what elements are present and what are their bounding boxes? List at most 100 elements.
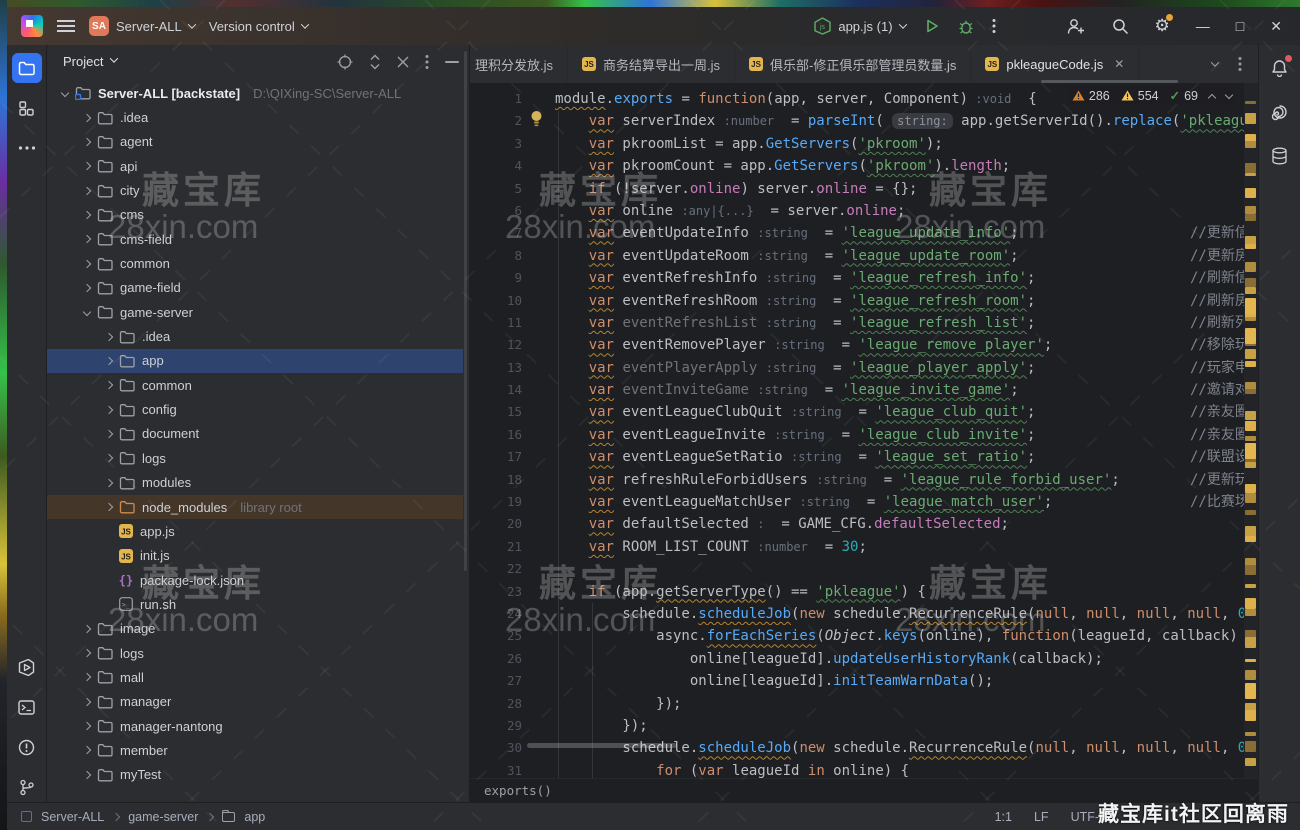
project-panel-title[interactable]: Project <box>63 54 103 69</box>
tree-item-city[interactable]: city <box>47 178 469 202</box>
tree-item-api[interactable]: api <box>47 154 469 178</box>
error-stripe[interactable] <box>1244 83 1258 778</box>
chevron-right-icon[interactable] <box>83 162 91 170</box>
problems-tool-button[interactable] <box>12 732 42 762</box>
debug-button[interactable] <box>958 18 974 35</box>
database-button[interactable] <box>1265 141 1295 171</box>
tree-item-mytest[interactable]: myTest <box>47 763 469 787</box>
notifications-button[interactable] <box>1265 53 1295 83</box>
status-breadcrumb[interactable]: Server-ALLgame-serverapp <box>21 810 265 824</box>
tree-item-app[interactable]: app <box>47 349 469 373</box>
chevron-right-icon[interactable] <box>83 259 91 267</box>
code-line-26[interactable]: 26online[leagueId].updateUserHistoryRank… <box>470 648 1244 670</box>
chevron-right-icon[interactable] <box>83 113 91 121</box>
chevron-right-icon[interactable] <box>105 357 113 365</box>
code-line-11[interactable]: 11var eventRefreshList :string = 'league… <box>470 312 1244 334</box>
tree-item-mall[interactable]: mall <box>47 665 469 689</box>
collapse-all-icon[interactable] <box>397 56 409 68</box>
code-line-9[interactable]: 9var eventRefreshInfo :string = 'league_… <box>470 267 1244 289</box>
tree-item-manager[interactable]: manager <box>47 690 469 714</box>
code-editor[interactable]: 1module.exports = function(app, server, … <box>470 83 1258 778</box>
code-line-12[interactable]: 12var eventRemovePlayer :string = 'leagu… <box>470 334 1244 356</box>
tree-item-config[interactable]: config <box>47 397 469 421</box>
run-button[interactable] <box>924 18 940 34</box>
chevron-right-icon[interactable] <box>83 649 91 657</box>
chevron-right-icon[interactable] <box>83 284 91 292</box>
chevron-right-icon[interactable] <box>105 503 113 511</box>
more-tool-windows-button[interactable] <box>12 133 42 163</box>
code-line-13[interactable]: 13var eventPlayerApply :string = 'league… <box>470 357 1244 379</box>
code-line-15[interactable]: 15var eventLeagueClubQuit :string = 'lea… <box>470 401 1244 423</box>
tree-item-.idea[interactable]: .idea <box>47 324 469 348</box>
editor-tab-.js[interactable]: JS商务结算导出一周.js <box>568 45 735 83</box>
project-tree-scrollbar[interactable] <box>464 51 467 571</box>
version-control-menu[interactable]: Version control <box>209 19 308 34</box>
navigate-up-icon[interactable] <box>1208 93 1216 101</box>
chevron-right-icon[interactable] <box>83 746 91 754</box>
tree-item-.idea[interactable]: .idea <box>47 105 469 129</box>
more-actions-icon[interactable] <box>992 18 996 34</box>
code-line-23[interactable]: 23if (app.getServerType() == 'pkleague')… <box>470 581 1244 603</box>
code-line-8[interactable]: 8var eventUpdateRoom :string = 'league_u… <box>470 245 1244 267</box>
editor-tab-.js[interactable]: 理积分发放.js <box>470 45 568 83</box>
tree-item-run.sh[interactable]: >_run.sh <box>47 592 469 616</box>
minimize-button[interactable]: — <box>1196 18 1210 34</box>
editor-tab-pkleaguecode.js[interactable]: JSpkleagueCode.js✕ <box>971 45 1139 83</box>
services-tool-button[interactable] <box>12 652 42 682</box>
inspections-warnings[interactable]: 554 <box>1121 89 1159 103</box>
chevron-right-icon[interactable] <box>105 332 113 340</box>
tree-item-common[interactable]: common <box>47 251 469 275</box>
code-line-27[interactable]: 27online[leagueId].initTeamWarnData(); <box>470 670 1244 692</box>
code-line-16[interactable]: 16var eventLeagueInvite :string = 'leagu… <box>470 424 1244 446</box>
code-line-30[interactable]: 30schedule.scheduleJob(new schedule.Recu… <box>470 737 1244 759</box>
chevron-right-icon[interactable] <box>83 698 91 706</box>
tree-item-game-server[interactable]: game-server <box>47 300 469 324</box>
status-breadcrumb-item[interactable]: game-server <box>128 810 198 824</box>
chevron-right-icon[interactable] <box>83 211 91 219</box>
hide-panel-icon[interactable] <box>445 60 459 64</box>
tree-item-logs[interactable]: logs <box>47 446 469 470</box>
code-line-6[interactable]: 6var online :any|{...} = server.online; <box>470 200 1244 222</box>
locate-file-icon[interactable] <box>337 54 353 70</box>
inspections-ok[interactable]: ✓69 <box>1170 88 1198 103</box>
project-tool-button[interactable] <box>12 53 42 83</box>
search-everywhere-icon[interactable] <box>1112 18 1129 35</box>
tab-close-icon[interactable]: ✕ <box>1114 57 1124 71</box>
inspections-warnings[interactable]: 286 <box>1072 89 1110 103</box>
breadcrumb-item[interactable]: exports() <box>484 783 552 798</box>
code-line-28[interactable]: 28}); <box>470 693 1244 715</box>
chevron-right-icon[interactable] <box>83 722 91 730</box>
code-line-18[interactable]: 18var refreshRuleForbidUsers :string = '… <box>470 469 1244 491</box>
tree-item-server-allbackstate[interactable]: Server-ALL [backstate]D:\QIXing-SC\Serve… <box>47 81 469 105</box>
editor-breadcrumbs[interactable]: exports() <box>470 778 1258 802</box>
tree-item-app.js[interactable]: JSapp.js <box>47 519 469 543</box>
close-button[interactable]: ✕ <box>1270 18 1282 35</box>
editor-tab--.js[interactable]: JS俱乐部-修正俱乐部管理员数量.js <box>735 45 971 83</box>
chevron-right-icon[interactable] <box>105 478 113 486</box>
tree-item-document[interactable]: document <box>47 422 469 446</box>
structure-tool-button[interactable] <box>12 93 42 123</box>
code-line-25[interactable]: 25async.forEachSeries(Object.keys(online… <box>470 625 1244 647</box>
tree-item-image[interactable]: image <box>47 617 469 641</box>
tree-item-manager-nantong[interactable]: manager-nantong <box>47 714 469 738</box>
status-widget[interactable]: LF <box>1034 810 1049 824</box>
chevron-right-icon[interactable] <box>83 138 91 146</box>
code-line-5[interactable]: 5if (!server.online) server.online = {}; <box>470 178 1244 200</box>
panel-options-icon[interactable] <box>425 54 429 70</box>
inspections-widget[interactable]: 286 554 ✓69 <box>1068 86 1236 105</box>
chevron-down-icon[interactable] <box>83 308 91 316</box>
tree-item-cms-field[interactable]: cms-field <box>47 227 469 251</box>
tree-item-cms[interactable]: cms <box>47 203 469 227</box>
main-menu-icon[interactable] <box>57 20 75 32</box>
status-widget[interactable]: 1:1 <box>995 810 1012 824</box>
code-line-10[interactable]: 10var eventRefreshRoom :string = 'league… <box>470 290 1244 312</box>
code-line-19[interactable]: 19var eventLeagueMatchUser :string = 'le… <box>470 491 1244 513</box>
code-line-22[interactable]: 22 <box>470 558 1244 580</box>
run-configuration-selector[interactable]: js app.js (1) <box>814 17 905 35</box>
tree-item-init.js[interactable]: JSinit.js <box>47 544 469 568</box>
code-line-3[interactable]: 3var pkroomList = app.GetServers('pkroom… <box>470 133 1244 155</box>
code-line-14[interactable]: 14var eventInviteGame :string = 'league_… <box>470 379 1244 401</box>
ai-assistant-button[interactable] <box>1265 97 1295 127</box>
chevron-right-icon[interactable] <box>83 235 91 243</box>
project-selector[interactable]: SA Server-ALL <box>89 16 195 36</box>
